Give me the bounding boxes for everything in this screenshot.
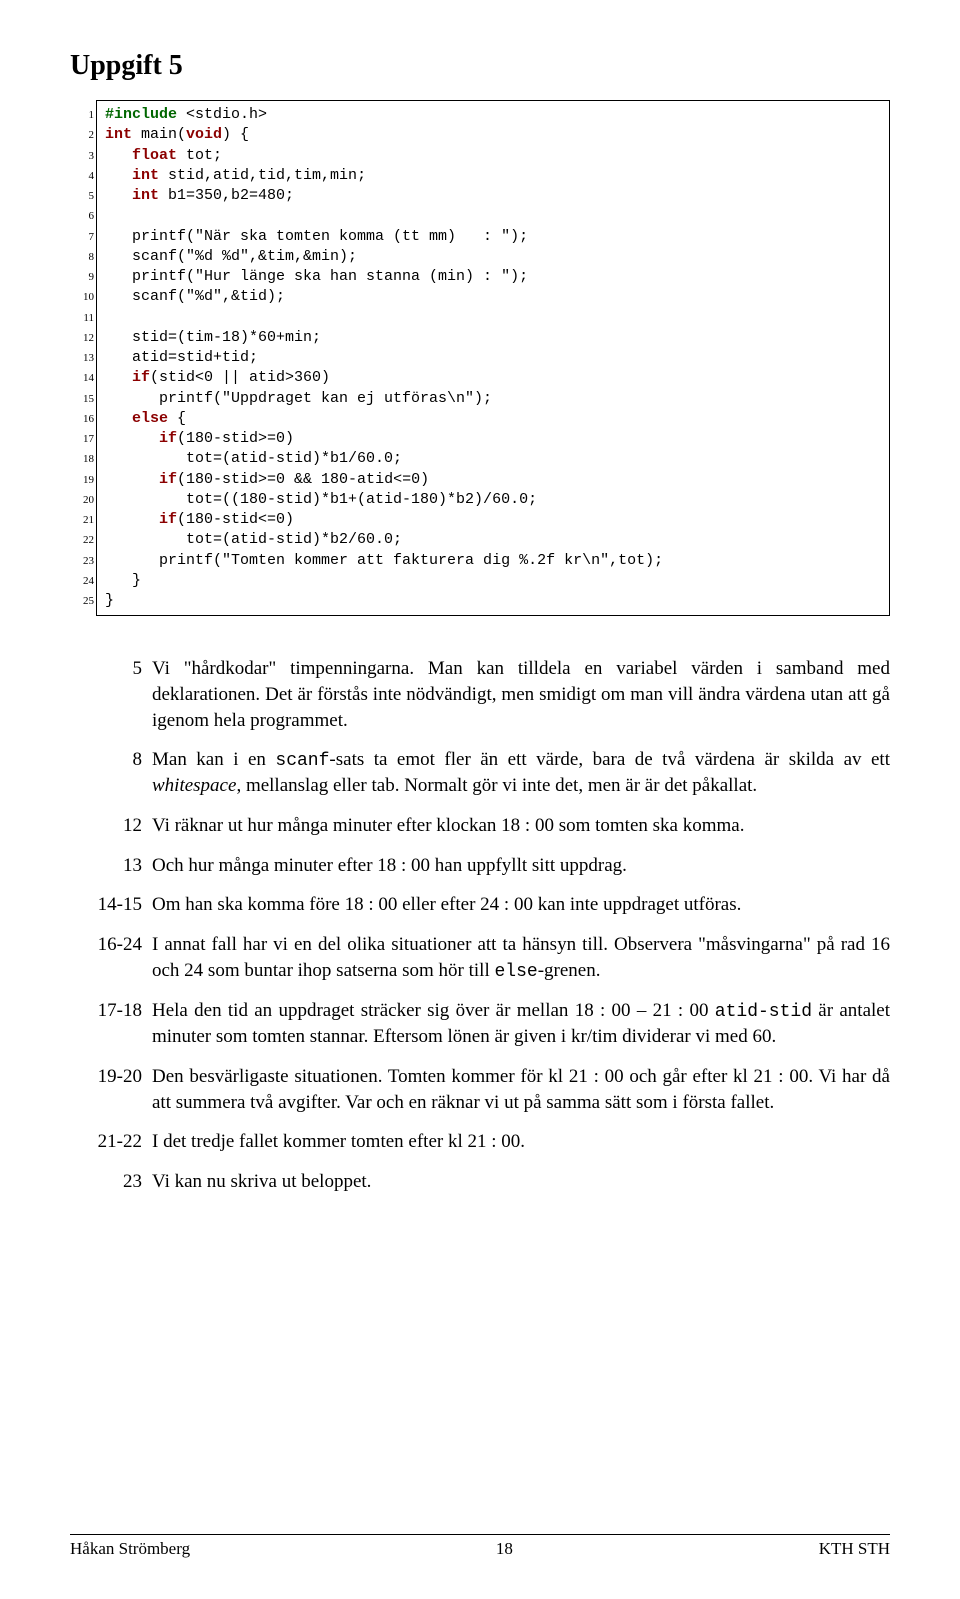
code-line: printf("När ska tomten komma (tt mm) : "…: [105, 227, 881, 247]
explanation-text: Vi "hårdkodar" timpenningarna. Man kan t…: [152, 656, 890, 733]
explanation-number: 16-24: [70, 932, 152, 984]
code-line: tot=(atid-stid)*b1/60.0;: [105, 449, 881, 469]
code-line: tot=(atid-stid)*b2/60.0;: [105, 530, 881, 550]
explanation-item: 12Vi räknar ut hur många minuter efter k…: [70, 813, 890, 839]
explanation-text: Hela den tid an uppdraget sträcker sig ö…: [152, 998, 890, 1050]
code-box: #include <stdio.h>int main(void) { float…: [96, 100, 890, 616]
line-number: 18: [70, 449, 94, 469]
explanation-number: 13: [70, 853, 152, 879]
code-line: }: [105, 571, 881, 591]
explanation-number: 14-15: [70, 892, 152, 918]
line-number: 15: [70, 389, 94, 409]
explanation-text: Den besvärligaste situationen. Tomten ko…: [152, 1064, 890, 1115]
line-number: 19: [70, 470, 94, 490]
line-number: 4: [70, 166, 94, 186]
explanation-number: 5: [70, 656, 152, 733]
line-number: 14: [70, 368, 94, 388]
code-line: [105, 308, 881, 328]
line-number: 7: [70, 227, 94, 247]
explanation-text: Vi räknar ut hur många minuter efter klo…: [152, 813, 890, 839]
code-line: scanf("%d %d",&tim,&min);: [105, 247, 881, 267]
explanation-text: Och hur många minuter efter 18 : 00 han …: [152, 853, 890, 879]
line-number: 24: [70, 571, 94, 591]
code-line: atid=stid+tid;: [105, 348, 881, 368]
code-line: printf("Uppdraget kan ej utföras\n");: [105, 389, 881, 409]
explanation-item: 8Man kan i en scanf-sats ta emot fler än…: [70, 747, 890, 799]
code-line: if(180-stid>=0): [105, 429, 881, 449]
explanation-number: 19-20: [70, 1064, 152, 1115]
line-number: 10: [70, 287, 94, 307]
line-number: 20: [70, 490, 94, 510]
code-line: }: [105, 591, 881, 611]
line-number: 11: [70, 308, 94, 328]
code-line: stid=(tim-18)*60+min;: [105, 328, 881, 348]
explanation-item: 16-24I annat fall har vi en del olika si…: [70, 932, 890, 984]
explanation-item: 17-18Hela den tid an uppdraget sträcker …: [70, 998, 890, 1050]
code-line: printf("Hur länge ska han stanna (min) :…: [105, 267, 881, 287]
code-line: #include <stdio.h>: [105, 105, 881, 125]
code-block: 1234567891011121314151617181920212223242…: [70, 100, 890, 616]
footer-center: 18: [496, 1539, 513, 1559]
line-number: 16: [70, 409, 94, 429]
line-number: 6: [70, 206, 94, 226]
line-number: 9: [70, 267, 94, 287]
code-line: int main(void) {: [105, 125, 881, 145]
code-line: scanf("%d",&tid);: [105, 287, 881, 307]
code-line: float tot;: [105, 146, 881, 166]
explanation-number: 23: [70, 1169, 152, 1195]
explanation-item: 14-15Om han ska komma före 18 : 00 eller…: [70, 892, 890, 918]
line-number: 23: [70, 551, 94, 571]
explanation-number: 17-18: [70, 998, 152, 1050]
line-number: 22: [70, 530, 94, 550]
explanation-number: 12: [70, 813, 152, 839]
code-line: else {: [105, 409, 881, 429]
explanation-item: 21-22I det tredje fallet kommer tomten e…: [70, 1129, 890, 1155]
page-footer: Håkan Strömberg 18 KTH STH: [70, 1534, 890, 1559]
code-line: if(180-stid>=0 && 180-atid<=0): [105, 470, 881, 490]
line-number: 5: [70, 186, 94, 206]
page: Uppgift 5 123456789101112131415161718192…: [0, 0, 960, 1599]
code-line: tot=((180-stid)*b1+(atid-180)*b2)/60.0;: [105, 490, 881, 510]
line-number: 21: [70, 510, 94, 530]
line-number: 13: [70, 348, 94, 368]
explanation-text: Man kan i en scanf-sats ta emot fler än …: [152, 747, 890, 799]
code-line: [105, 206, 881, 226]
footer-right: KTH STH: [819, 1539, 890, 1559]
explanation-item: 19-20Den besvärligaste situationen. Tomt…: [70, 1064, 890, 1115]
code-line: printf("Tomten kommer att fakturera dig …: [105, 551, 881, 571]
code-line: if(stid<0 || atid>360): [105, 368, 881, 388]
explanation-text: Om han ska komma före 18 : 00 eller efte…: [152, 892, 890, 918]
explanation-text: I det tredje fallet kommer tomten efter …: [152, 1129, 890, 1155]
line-number: 1: [70, 105, 94, 125]
line-number: 25: [70, 591, 94, 611]
explanation-text: I annat fall har vi en del olika situati…: [152, 932, 890, 984]
line-number: 12: [70, 328, 94, 348]
explanation-text: Vi kan nu skriva ut beloppet.: [152, 1169, 890, 1195]
line-number: 17: [70, 429, 94, 449]
code-line: int stid,atid,tid,tim,min;: [105, 166, 881, 186]
code-line: int b1=350,b2=480;: [105, 186, 881, 206]
explanation-number: 21-22: [70, 1129, 152, 1155]
explanation-item: 5Vi "hårdkodar" timpenningarna. Man kan …: [70, 656, 890, 733]
page-title: Uppgift 5: [70, 50, 890, 82]
explanation-item: 23Vi kan nu skriva ut beloppet.: [70, 1169, 890, 1195]
line-numbers: 1234567891011121314151617181920212223242…: [70, 105, 94, 611]
explanation-number: 8: [70, 747, 152, 799]
explanations-list: 5Vi "hårdkodar" timpenningarna. Man kan …: [70, 656, 890, 1194]
line-number: 3: [70, 146, 94, 166]
footer-left: Håkan Strömberg: [70, 1539, 190, 1559]
line-number: 2: [70, 125, 94, 145]
line-number: 8: [70, 247, 94, 267]
explanation-item: 13Och hur många minuter efter 18 : 00 ha…: [70, 853, 890, 879]
code-line: if(180-stid<=0): [105, 510, 881, 530]
